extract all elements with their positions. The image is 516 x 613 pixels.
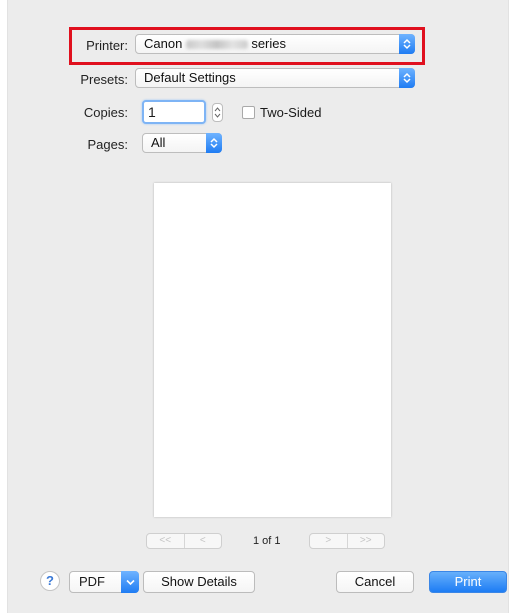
page-preview bbox=[154, 183, 391, 517]
chevron-down-icon bbox=[121, 571, 139, 593]
presets-select[interactable]: Default Settings bbox=[135, 68, 415, 88]
page-indicator: 1 of 1 bbox=[253, 535, 281, 547]
last-page-button[interactable]: >> bbox=[346, 534, 385, 548]
stepper-icon[interactable] bbox=[212, 103, 223, 122]
pages-label: Pages: bbox=[87, 137, 128, 152]
copies-value: 1 bbox=[148, 104, 156, 120]
show-details-button[interactable]: Show Details bbox=[143, 571, 255, 593]
chevron-up-down-icon bbox=[206, 133, 222, 153]
pages-value: All bbox=[151, 135, 166, 150]
preview-back-controls: << < bbox=[146, 533, 222, 549]
cancel-button[interactable]: Cancel bbox=[336, 571, 414, 593]
pdf-menu-button[interactable]: PDF bbox=[69, 571, 139, 593]
copies-label: Copies: bbox=[83, 105, 128, 120]
first-page-button[interactable]: << bbox=[147, 534, 184, 548]
previous-page-button[interactable]: < bbox=[183, 534, 222, 548]
preview-forward-controls: > >> bbox=[309, 533, 385, 549]
print-button[interactable]: Print bbox=[429, 571, 507, 593]
question-icon[interactable]: ? bbox=[40, 571, 60, 591]
two-sided-label: Two-Sided bbox=[260, 105, 322, 120]
chevron-up-down-icon bbox=[399, 68, 415, 88]
copies-input[interactable]: 1 bbox=[142, 100, 206, 124]
pdf-label: PDF bbox=[79, 574, 105, 589]
presets-label: Presets: bbox=[80, 72, 128, 87]
pages-select[interactable]: All bbox=[142, 133, 222, 153]
print-dialog: Printer: Canon series Presets: Default Se… bbox=[7, 0, 509, 613]
two-sided-checkbox[interactable] bbox=[242, 106, 255, 119]
printer-highlight-box bbox=[69, 27, 425, 65]
presets-value: Default Settings bbox=[144, 70, 236, 85]
next-page-button[interactable]: > bbox=[310, 534, 347, 548]
